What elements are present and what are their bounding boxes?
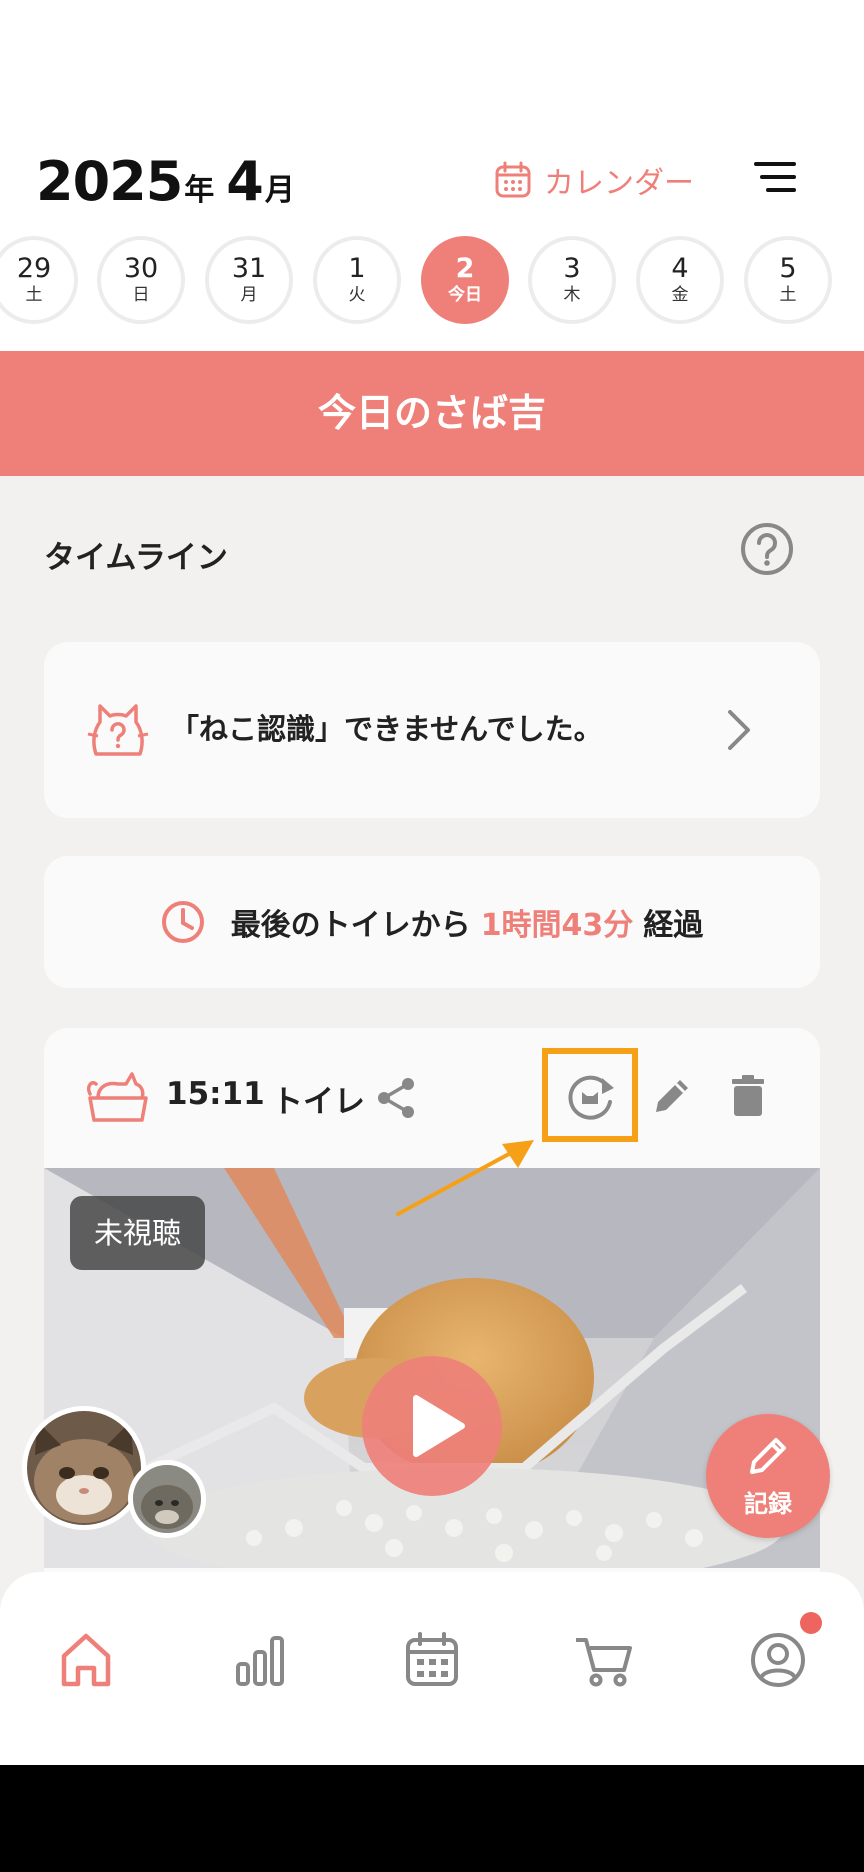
date-item[interactable]: 3 木 — [528, 236, 616, 324]
date-number: 1 — [348, 253, 366, 284]
date-weekday: 木 — [563, 285, 581, 305]
cat-photo — [133, 1465, 201, 1533]
nav-calendar[interactable] — [400, 1628, 464, 1692]
date-number: 31 — [231, 253, 267, 284]
date-weekday: 金 — [671, 285, 689, 305]
date-number: 30 — [123, 253, 159, 284]
cart-icon — [576, 1638, 632, 1687]
date-item[interactable]: 31 月 — [205, 236, 293, 324]
date-item[interactable]: 1 火 — [313, 236, 401, 324]
calendar-button[interactable]: カレンダー — [494, 158, 694, 202]
event-time: 15:11 — [166, 1076, 265, 1112]
pencil-icon[interactable] — [650, 1074, 694, 1118]
year-value: 2025 — [36, 150, 183, 213]
date-item[interactable]: 29 土 — [0, 236, 78, 324]
nav-account[interactable] — [746, 1628, 810, 1692]
date-weekday: 火 — [348, 285, 366, 305]
event-type: トイレ — [272, 1084, 365, 1120]
nav-stats[interactable] — [228, 1628, 292, 1692]
elapsed-row: 最後のトイレから 1時間43分 経過 — [44, 856, 820, 988]
elapsed-prefix: 最後のトイレから — [230, 908, 471, 943]
date-strip: 29 土 30 日 31 月 1 火 2 今日 3 木 4 金 5 土 — [0, 236, 864, 324]
menu-button[interactable] — [754, 160, 798, 196]
notification-badge — [800, 1612, 822, 1634]
month-unit: 月 — [264, 173, 295, 208]
date-weekday: 月 — [240, 285, 258, 305]
unwatched-badge: 未視聴 — [70, 1196, 206, 1270]
cat-reload-icon[interactable] — [562, 1068, 618, 1124]
nav-shop[interactable] — [572, 1628, 636, 1692]
cat-photo — [27, 1411, 141, 1525]
date-item[interactable]: 4 金 — [636, 236, 724, 324]
cat-toilet-icon — [86, 1072, 148, 1122]
calendar-icon — [495, 161, 531, 198]
date-weekday: 今日 — [448, 285, 482, 305]
trash-icon[interactable] — [730, 1074, 766, 1118]
menu-icon — [754, 162, 796, 192]
timeline-title: タイムライン — [44, 540, 228, 576]
month-value: 4 — [226, 150, 264, 213]
share-icon[interactable] — [374, 1076, 418, 1120]
play-icon — [413, 1395, 465, 1457]
annotation-arrow — [396, 1140, 534, 1216]
date-weekday: 土 — [25, 285, 43, 305]
calendar-label: カレンダー — [544, 166, 694, 201]
pencil-icon — [750, 1438, 786, 1474]
cat-avatar-secondary[interactable] — [128, 1460, 206, 1538]
nav-home[interactable] — [54, 1628, 118, 1692]
date-number: 5 — [779, 253, 797, 284]
date-weekday: 土 — [779, 285, 797, 305]
elapsed-suffix: 経過 — [643, 908, 704, 943]
date-weekday: 日 — [132, 285, 150, 305]
cat-question-icon — [87, 704, 149, 756]
record-button[interactable]: 記録 — [706, 1414, 830, 1538]
date-item-selected[interactable]: 2 今日 — [421, 236, 509, 324]
help-button[interactable] — [740, 522, 794, 576]
year-unit: 年 — [184, 173, 215, 208]
record-label: 記録 — [744, 1490, 792, 1518]
date-number: 3 — [563, 253, 581, 284]
recognition-card[interactable]: 「ねこ認識」できませんでした。 — [44, 642, 820, 818]
play-button[interactable] — [362, 1356, 502, 1496]
chart-icon — [236, 1636, 284, 1686]
cat-name-banner: 今日のさば吉 — [0, 351, 864, 476]
elapsed-card: 最後のトイレから 1時間43分 経過 — [44, 856, 820, 988]
profile-icon — [751, 1633, 805, 1687]
date-item[interactable]: 30 日 — [97, 236, 185, 324]
current-month: 2025 年 4 月 — [36, 150, 307, 213]
date-item[interactable]: 5 土 — [744, 236, 832, 324]
home-icon — [61, 1633, 111, 1687]
bottom-nav — [0, 1572, 864, 1765]
app-screen: 2025 年 4 月 カレンダー 29 土 30 日 31 月 1 火 2 今日… — [0, 0, 864, 1765]
help-icon — [741, 523, 793, 575]
date-number: 4 — [671, 253, 689, 284]
calendar-nav-icon — [406, 1632, 458, 1686]
cat-avatar-main[interactable] — [22, 1406, 146, 1530]
date-number: 2 — [455, 253, 475, 284]
elapsed-value: 1時間43分 — [480, 908, 634, 943]
recognition-message: 「ねこ認識」できませんでした。 — [170, 712, 603, 746]
date-number: 29 — [16, 253, 52, 284]
clock-icon — [161, 901, 204, 943]
chevron-right-icon — [728, 710, 750, 750]
